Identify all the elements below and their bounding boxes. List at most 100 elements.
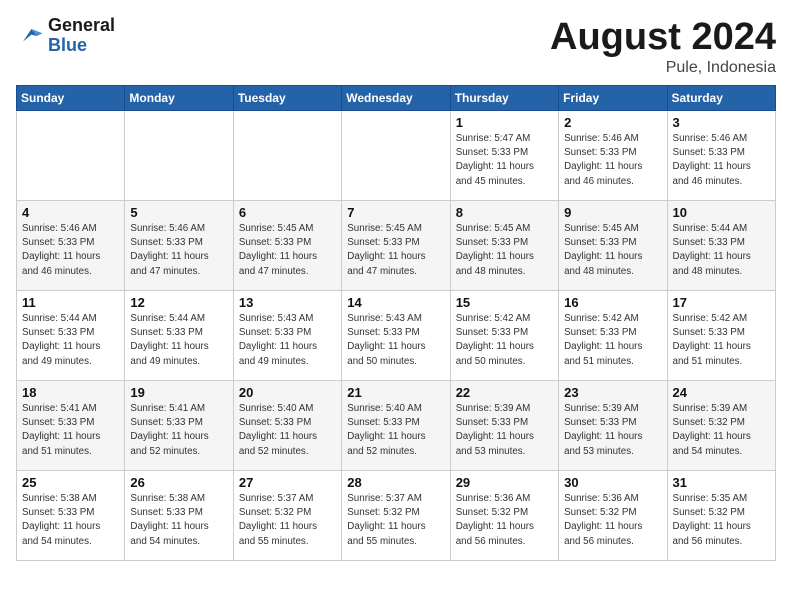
- calendar-cell: 18 Sunrise: 5:41 AM Sunset: 5:33 PM Dayli…: [17, 381, 125, 471]
- day-number: 31: [673, 475, 770, 490]
- title-block: August 2024 Pule, Indonesia: [550, 16, 776, 77]
- weekday-header-row: SundayMondayTuesdayWednesdayThursdayFrid…: [17, 86, 776, 111]
- calendar-cell: 25 Sunrise: 5:38 AM Sunset: 5:33 PM Dayli…: [17, 471, 125, 561]
- day-number: 30: [564, 475, 661, 490]
- logo-blue: Blue: [48, 36, 115, 56]
- day-number: 7: [347, 205, 444, 220]
- day-info: Sunrise: 5:46 AM Sunset: 5:33 PM Dayligh…: [673, 132, 770, 189]
- day-number: 26: [130, 475, 227, 490]
- day-number: 5: [130, 205, 227, 220]
- day-number: 8: [456, 205, 553, 220]
- logo-bird-icon: [16, 22, 44, 50]
- day-info: Sunrise: 5:37 AM Sunset: 5:32 PM Dayligh…: [347, 492, 444, 549]
- day-info: Sunrise: 5:40 AM Sunset: 5:33 PM Dayligh…: [347, 402, 444, 459]
- calendar-cell: 7 Sunrise: 5:45 AM Sunset: 5:33 PM Daylig…: [342, 201, 450, 291]
- day-info: Sunrise: 5:45 AM Sunset: 5:33 PM Dayligh…: [347, 222, 444, 279]
- day-number: 11: [22, 295, 119, 310]
- day-number: 3: [673, 115, 770, 130]
- calendar-cell: 5Sunrise: 5:46 AM Sunset: 5:33 PM Daylig…: [125, 201, 233, 291]
- day-number: 28: [347, 475, 444, 490]
- day-info: Sunrise: 5:38 AM Sunset: 5:33 PM Dayligh…: [22, 492, 119, 549]
- calendar-cell: 23Sunrise: 5:39 AM Sunset: 5:33 PM Dayli…: [559, 381, 667, 471]
- day-number: 2: [564, 115, 661, 130]
- day-number: 24: [673, 385, 770, 400]
- calendar-cell: 12Sunrise: 5:44 AM Sunset: 5:33 PM Dayli…: [125, 291, 233, 381]
- calendar-cell: [17, 111, 125, 201]
- logo: General Blue: [16, 16, 115, 56]
- day-info: Sunrise: 5:43 AM Sunset: 5:33 PM Dayligh…: [347, 312, 444, 369]
- page-header: General Blue August 2024 Pule, Indonesia: [16, 16, 776, 77]
- calendar-week-row: 11 Sunrise: 5:44 AM Sunset: 5:33 PM Dayli…: [17, 291, 776, 381]
- day-number: 12: [130, 295, 227, 310]
- weekday-header-friday: Friday: [559, 86, 667, 111]
- calendar-cell: 11 Sunrise: 5:44 AM Sunset: 5:33 PM Dayli…: [17, 291, 125, 381]
- calendar-cell: [125, 111, 233, 201]
- day-info: Sunrise: 5:42 AM Sunset: 5:33 PM Dayligh…: [564, 312, 661, 369]
- day-number: 10: [673, 205, 770, 220]
- day-info: Sunrise: 5:44 AM Sunset: 5:33 PM Dayligh…: [673, 222, 770, 279]
- calendar-week-row: 1 Sunrise: 5:47 AM Sunset: 5:33 PM Daylig…: [17, 111, 776, 201]
- calendar-cell: 6Sunrise: 5:45 AM Sunset: 5:33 PM Daylig…: [233, 201, 341, 291]
- calendar-table: SundayMondayTuesdayWednesdayThursdayFrid…: [16, 85, 776, 561]
- day-info: Sunrise: 5:41 AM Sunset: 5:33 PM Dayligh…: [130, 402, 227, 459]
- day-info: Sunrise: 5:45 AM Sunset: 5:33 PM Dayligh…: [456, 222, 553, 279]
- weekday-header-saturday: Saturday: [667, 86, 775, 111]
- calendar-week-row: 25 Sunrise: 5:38 AM Sunset: 5:33 PM Dayli…: [17, 471, 776, 561]
- day-info: Sunrise: 5:39 AM Sunset: 5:32 PM Dayligh…: [673, 402, 770, 459]
- day-number: 13: [239, 295, 336, 310]
- day-number: 20: [239, 385, 336, 400]
- day-info: Sunrise: 5:35 AM Sunset: 5:32 PM Dayligh…: [673, 492, 770, 549]
- day-info: Sunrise: 5:39 AM Sunset: 5:33 PM Dayligh…: [456, 402, 553, 459]
- day-info: Sunrise: 5:39 AM Sunset: 5:33 PM Dayligh…: [564, 402, 661, 459]
- calendar-cell: 15Sunrise: 5:42 AM Sunset: 5:33 PM Dayli…: [450, 291, 558, 381]
- month-title: August 2024: [550, 16, 776, 59]
- day-number: 9: [564, 205, 661, 220]
- calendar-cell: 30 Sunrise: 5:36 AM Sunset: 5:32 PM Dayli…: [559, 471, 667, 561]
- calendar-cell: 24 Sunrise: 5:39 AM Sunset: 5:32 PM Dayli…: [667, 381, 775, 471]
- calendar-cell: 28 Sunrise: 5:37 AM Sunset: 5:32 PM Dayli…: [342, 471, 450, 561]
- calendar-cell: 16 Sunrise: 5:42 AM Sunset: 5:33 PM Dayli…: [559, 291, 667, 381]
- day-info: Sunrise: 5:46 AM Sunset: 5:33 PM Dayligh…: [564, 132, 661, 189]
- weekday-header-monday: Monday: [125, 86, 233, 111]
- calendar-cell: [342, 111, 450, 201]
- calendar-week-row: 4Sunrise: 5:46 AM Sunset: 5:33 PM Daylig…: [17, 201, 776, 291]
- day-number: 22: [456, 385, 553, 400]
- calendar-cell: 17Sunrise: 5:42 AM Sunset: 5:33 PM Dayli…: [667, 291, 775, 381]
- weekday-header-thursday: Thursday: [450, 86, 558, 111]
- day-info: Sunrise: 5:37 AM Sunset: 5:32 PM Dayligh…: [239, 492, 336, 549]
- day-number: 19: [130, 385, 227, 400]
- day-info: Sunrise: 5:41 AM Sunset: 5:33 PM Dayligh…: [22, 402, 119, 459]
- calendar-cell: 9 Sunrise: 5:45 AM Sunset: 5:33 PM Daylig…: [559, 201, 667, 291]
- day-number: 29: [456, 475, 553, 490]
- calendar-cell: 21Sunrise: 5:40 AM Sunset: 5:33 PM Dayli…: [342, 381, 450, 471]
- day-number: 16: [564, 295, 661, 310]
- day-info: Sunrise: 5:42 AM Sunset: 5:33 PM Dayligh…: [456, 312, 553, 369]
- calendar-cell: 22 Sunrise: 5:39 AM Sunset: 5:33 PM Dayli…: [450, 381, 558, 471]
- day-info: Sunrise: 5:44 AM Sunset: 5:33 PM Dayligh…: [22, 312, 119, 369]
- day-number: 6: [239, 205, 336, 220]
- day-number: 1: [456, 115, 553, 130]
- weekday-header-tuesday: Tuesday: [233, 86, 341, 111]
- calendar-cell: 10 Sunrise: 5:44 AM Sunset: 5:33 PM Dayli…: [667, 201, 775, 291]
- calendar-cell: 20 Sunrise: 5:40 AM Sunset: 5:33 PM Dayli…: [233, 381, 341, 471]
- day-info: Sunrise: 5:42 AM Sunset: 5:33 PM Dayligh…: [673, 312, 770, 369]
- day-info: Sunrise: 5:45 AM Sunset: 5:33 PM Dayligh…: [564, 222, 661, 279]
- logo-text: General Blue: [48, 16, 115, 56]
- calendar-cell: 8 Sunrise: 5:45 AM Sunset: 5:33 PM Daylig…: [450, 201, 558, 291]
- day-info: Sunrise: 5:43 AM Sunset: 5:33 PM Dayligh…: [239, 312, 336, 369]
- day-info: Sunrise: 5:36 AM Sunset: 5:32 PM Dayligh…: [456, 492, 553, 549]
- day-number: 25: [22, 475, 119, 490]
- day-info: Sunrise: 5:36 AM Sunset: 5:32 PM Dayligh…: [564, 492, 661, 549]
- day-info: Sunrise: 5:46 AM Sunset: 5:33 PM Dayligh…: [22, 222, 119, 279]
- calendar-cell: 26Sunrise: 5:38 AM Sunset: 5:33 PM Dayli…: [125, 471, 233, 561]
- day-info: Sunrise: 5:47 AM Sunset: 5:33 PM Dayligh…: [456, 132, 553, 189]
- day-info: Sunrise: 5:40 AM Sunset: 5:33 PM Dayligh…: [239, 402, 336, 459]
- location: Pule, Indonesia: [550, 59, 776, 77]
- calendar-cell: 27Sunrise: 5:37 AM Sunset: 5:32 PM Dayli…: [233, 471, 341, 561]
- weekday-header-wednesday: Wednesday: [342, 86, 450, 111]
- day-number: 18: [22, 385, 119, 400]
- day-number: 14: [347, 295, 444, 310]
- calendar-cell: 3 Sunrise: 5:46 AM Sunset: 5:33 PM Daylig…: [667, 111, 775, 201]
- weekday-header-sunday: Sunday: [17, 86, 125, 111]
- calendar-cell: 4Sunrise: 5:46 AM Sunset: 5:33 PM Daylig…: [17, 201, 125, 291]
